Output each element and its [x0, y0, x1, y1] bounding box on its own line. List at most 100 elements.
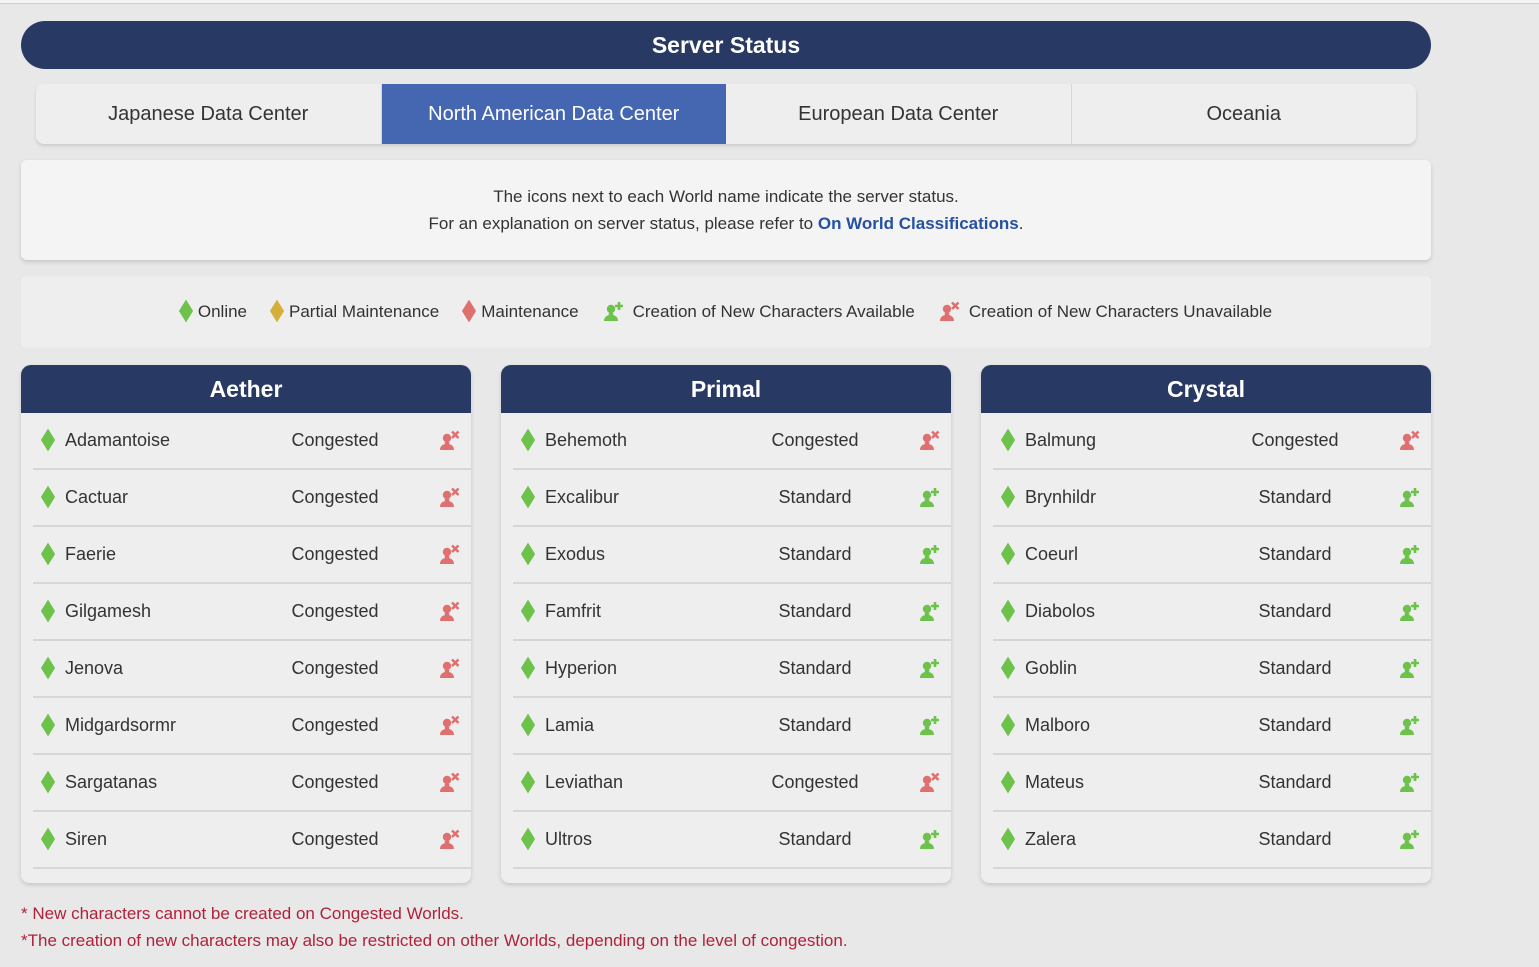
world-name: Coeurl: [1025, 544, 1079, 564]
world-row: Exodus Standard: [513, 527, 951, 584]
world-classification: Congested: [291, 544, 379, 564]
character-add-icon: [1399, 715, 1423, 737]
character-unavailable-icon: [439, 487, 463, 509]
character-add-icon: [603, 301, 627, 323]
character-unavailable-icon: [919, 430, 943, 452]
world-name: Hyperion: [545, 658, 618, 678]
character-add-icon: [1399, 487, 1423, 509]
status-online-icon: [1002, 716, 1014, 736]
world-classification: Standard: [778, 601, 852, 621]
status-online-icon: [522, 488, 534, 508]
world-classification: Congested: [291, 658, 379, 678]
world-name: Diabolos: [1025, 601, 1096, 621]
world-name: Cactuar: [65, 487, 129, 507]
status-online-icon: [1002, 659, 1014, 679]
status-online-icon: [1002, 431, 1014, 451]
status-online-icon: [42, 773, 54, 793]
world-classification: Standard: [778, 658, 852, 678]
world-classification: Standard: [1258, 487, 1332, 507]
world-classification: Congested: [1251, 430, 1339, 450]
world-row: Goblin Standard: [993, 641, 1431, 698]
character-unavailable-icon: [439, 430, 463, 452]
world-row: Famfrit Standard: [513, 584, 951, 641]
info-line-2-text: For an explanation on server status, ple…: [428, 214, 818, 233]
world-row: Mateus Standard: [993, 755, 1431, 812]
legend-item: Maintenance: [463, 302, 578, 322]
world-row: Balmung Congested: [993, 413, 1431, 470]
tab-japanese-data-center[interactable]: Japanese Data Center: [36, 84, 382, 144]
status-online-icon: [42, 545, 54, 565]
world-name: Gilgamesh: [65, 601, 152, 621]
world-classification: Congested: [291, 487, 379, 507]
world-classification: Congested: [291, 829, 379, 849]
world-classification: Congested: [291, 601, 379, 621]
world-name: Midgardsormr: [65, 715, 177, 735]
status-online-icon: [1002, 602, 1014, 622]
world-row: Faerie Congested: [33, 527, 471, 584]
character-add-icon: [919, 829, 943, 851]
world-name: Ultros: [545, 829, 593, 849]
world-group-aether: Aether Adamantoise Congested Cactuar Congest…: [21, 365, 471, 883]
world-row: Cactuar Congested: [33, 470, 471, 527]
server-status-panel: Server Status Japanese Data Center North…: [21, 21, 1431, 883]
character-unavailable-icon: [439, 658, 463, 680]
world-name: Famfrit: [545, 601, 601, 621]
world-classification: Standard: [1258, 544, 1332, 564]
status-online-icon: [522, 602, 534, 622]
character-unavailable-icon: [1399, 430, 1423, 452]
world-classification: Standard: [1258, 715, 1332, 735]
world-row: Zalera Standard: [993, 812, 1431, 869]
world-name: Brynhildr: [1025, 487, 1097, 507]
world-row: Leviathan Congested: [513, 755, 951, 812]
world-name: Sargatanas: [65, 772, 158, 792]
world-row: Midgardsormr Congested: [33, 698, 471, 755]
character-add-icon: [919, 601, 943, 623]
character-add-icon: [919, 715, 943, 737]
tab-european-data-center[interactable]: European Data Center: [726, 84, 1072, 144]
info-line-1: The icons next to each World name indica…: [493, 187, 959, 206]
status-online-icon: [522, 659, 534, 679]
world-name: Lamia: [545, 715, 595, 735]
world-classification: Congested: [291, 772, 379, 792]
status-online-icon: [42, 716, 54, 736]
character-add-icon: [1399, 829, 1423, 851]
world-classification: Standard: [778, 829, 852, 849]
world-name: Leviathan: [545, 772, 624, 792]
world-classification: Standard: [1258, 658, 1332, 678]
legend-item: Creation of New Characters Available: [603, 301, 915, 323]
status-legend: Online Partial Maintenance Maintenance Crea…: [21, 276, 1431, 348]
character-add-icon: [1399, 658, 1423, 680]
world-name: Siren: [65, 829, 108, 849]
world-classification: Standard: [778, 544, 852, 564]
tab-oceania[interactable]: Oceania: [1072, 84, 1417, 144]
world-row: Adamantoise Congested: [33, 413, 471, 470]
world-group-primal: Primal Behemoth Congested Excalibur Standard…: [501, 365, 951, 883]
tab-north-american-data-center[interactable]: North American Data Center: [381, 84, 726, 144]
world-classification: Standard: [778, 715, 852, 735]
world-classifications-link[interactable]: On World Classifications: [818, 214, 1019, 233]
status-online-icon: [522, 431, 534, 451]
character-unavailable-icon: [439, 829, 463, 851]
world-row: Ultros Standard: [513, 812, 951, 869]
status-online-icon: [1002, 830, 1014, 850]
world-row: Brynhildr Standard: [993, 470, 1431, 527]
world-name: Balmung: [1025, 430, 1097, 450]
character-add-icon: [1399, 772, 1423, 794]
status-diamond-icon: [463, 302, 475, 322]
data-center-tabs: Japanese Data Center North American Data…: [36, 84, 1416, 144]
group-header: Crystal: [981, 365, 1431, 413]
world-name: Excalibur: [545, 487, 620, 507]
status-online-icon: [522, 830, 534, 850]
legend-item: Creation of New Characters Unavailable: [939, 301, 1272, 323]
world-classification: Standard: [1258, 829, 1332, 849]
legend-label: Creation of New Characters Available: [632, 302, 915, 321]
status-diamond-icon: [271, 302, 283, 322]
character-add-icon: [919, 487, 943, 509]
world-row: Diabolos Standard: [993, 584, 1431, 641]
status-online-icon: [42, 488, 54, 508]
group-header: Primal: [501, 365, 951, 413]
info-box: The icons next to each World name indica…: [21, 160, 1431, 260]
status-diamond-icon: [180, 302, 192, 322]
world-row: Jenova Congested: [33, 641, 471, 698]
character-unavailable-icon: [939, 301, 963, 323]
